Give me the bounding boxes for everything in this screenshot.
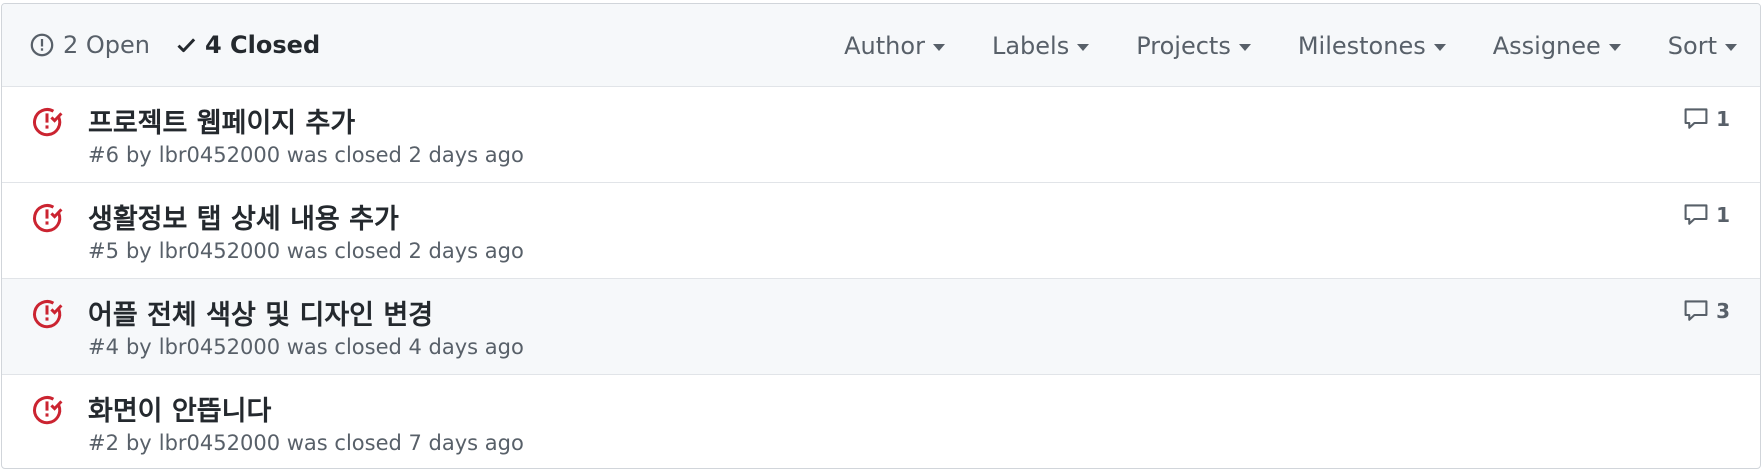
issue-row: 어플 전체 색상 및 디자인 변경 #4 by lbr0452000 was clo… bbox=[2, 279, 1760, 375]
issue-author-link[interactable]: lbr0452000 bbox=[159, 143, 280, 167]
issue-author-link[interactable]: lbr0452000 bbox=[159, 239, 280, 263]
issue-closed-icon bbox=[31, 393, 63, 429]
issue-closed-text: was closed 2 days ago bbox=[286, 143, 524, 167]
issue-by-text: by bbox=[125, 143, 152, 167]
closed-issues-link[interactable]: 4 Closed bbox=[176, 31, 320, 59]
labels-filter-dropdown[interactable]: Labels bbox=[991, 31, 1090, 60]
issue-author-link[interactable]: lbr0452000 bbox=[159, 335, 280, 359]
filter-label: Projects bbox=[1136, 31, 1231, 60]
caret-down-icon bbox=[1433, 43, 1446, 51]
issue-meta: #6 by lbr0452000 was closed 2 days ago bbox=[88, 143, 531, 167]
issue-by-text: by bbox=[125, 431, 152, 455]
issue-number: #5 bbox=[88, 239, 119, 263]
comment-count: 1 bbox=[1716, 107, 1730, 131]
issue-by-text: by bbox=[125, 335, 152, 359]
filter-label: Author bbox=[844, 31, 925, 60]
caret-down-icon bbox=[932, 43, 945, 51]
caret-down-icon bbox=[1238, 43, 1251, 51]
issue-closed-text: was closed 2 days ago bbox=[286, 239, 524, 263]
caret-down-icon bbox=[1077, 43, 1090, 51]
comment-count-link[interactable]: 3 bbox=[1683, 299, 1730, 323]
issue-author-link[interactable]: lbr0452000 bbox=[159, 431, 280, 455]
issue-closed-text: was closed 4 days ago bbox=[286, 335, 524, 359]
comment-count: 1 bbox=[1716, 203, 1730, 227]
state-toggle: 2 Open 4 Closed bbox=[30, 31, 320, 59]
issue-row: 화면이 안뜹니다 #2 by lbr0452000 was closed 7 day… bbox=[2, 375, 1760, 468]
filter-label: Milestones bbox=[1297, 31, 1426, 60]
issue-meta: #4 by lbr0452000 was closed 4 days ago bbox=[88, 335, 531, 359]
issue-by-text: by bbox=[125, 239, 152, 263]
issues-list-header: 2 Open 4 Closed Author Labels Projects M… bbox=[2, 4, 1760, 87]
author-filter-dropdown[interactable]: Author bbox=[844, 32, 945, 60]
comment-icon bbox=[1683, 203, 1709, 227]
filter-label: Labels bbox=[991, 31, 1070, 60]
filter-label: Sort bbox=[1667, 31, 1717, 60]
sort-dropdown[interactable]: Sort bbox=[1668, 32, 1737, 60]
issue-closed-icon bbox=[31, 201, 63, 237]
check-icon bbox=[176, 35, 196, 55]
issues-box: 2 Open 4 Closed Author Labels Projects M… bbox=[1, 3, 1761, 469]
issue-title-link[interactable]: 생활정보 탭 상세 내용 추가 bbox=[88, 197, 399, 236]
issue-row: 생활정보 탭 상세 내용 추가 #5 by lbr0452000 was close… bbox=[2, 183, 1760, 279]
filter-bar: Author Labels Projects Milestones Assign… bbox=[844, 4, 1760, 87]
issue-meta: #2 by lbr0452000 was closed 7 days ago bbox=[88, 431, 531, 455]
issue-closed-icon bbox=[31, 297, 63, 333]
assignee-filter-dropdown[interactable]: Assignee bbox=[1493, 32, 1621, 60]
open-issues-link[interactable]: 2 Open bbox=[30, 31, 150, 59]
projects-filter-dropdown[interactable]: Projects bbox=[1136, 32, 1251, 60]
issue-closed-icon bbox=[31, 105, 63, 141]
issue-number: #2 bbox=[88, 431, 119, 455]
issue-closed-text: was closed 7 days ago bbox=[286, 431, 524, 455]
issue-row: 프로젝트 웹페이지 추가 #6 by lbr0452000 was closed 2… bbox=[2, 87, 1760, 183]
issue-opened-icon bbox=[30, 33, 54, 57]
milestones-filter-dropdown[interactable]: Milestones bbox=[1298, 32, 1446, 60]
caret-down-icon bbox=[1608, 43, 1621, 51]
caret-down-icon bbox=[1725, 43, 1737, 51]
comment-count-link[interactable]: 1 bbox=[1683, 203, 1730, 227]
open-count-label: 2 Open bbox=[63, 31, 150, 59]
issue-title-link[interactable]: 어플 전체 색상 및 디자인 변경 bbox=[88, 293, 433, 332]
comment-count: 3 bbox=[1716, 299, 1730, 323]
issue-meta: #5 by lbr0452000 was closed 2 days ago bbox=[88, 239, 531, 263]
comment-count-link[interactable]: 1 bbox=[1683, 107, 1730, 131]
comment-icon bbox=[1683, 299, 1709, 323]
closed-count-label: 4 Closed bbox=[205, 31, 321, 59]
issue-number: #4 bbox=[88, 335, 119, 359]
filter-label: Assignee bbox=[1492, 31, 1601, 60]
comment-icon bbox=[1683, 107, 1709, 131]
issue-number: #6 bbox=[88, 143, 119, 167]
issue-title-link[interactable]: 프로젝트 웹페이지 추가 bbox=[88, 101, 355, 140]
issue-title-link[interactable]: 화면이 안뜹니다 bbox=[88, 389, 271, 428]
